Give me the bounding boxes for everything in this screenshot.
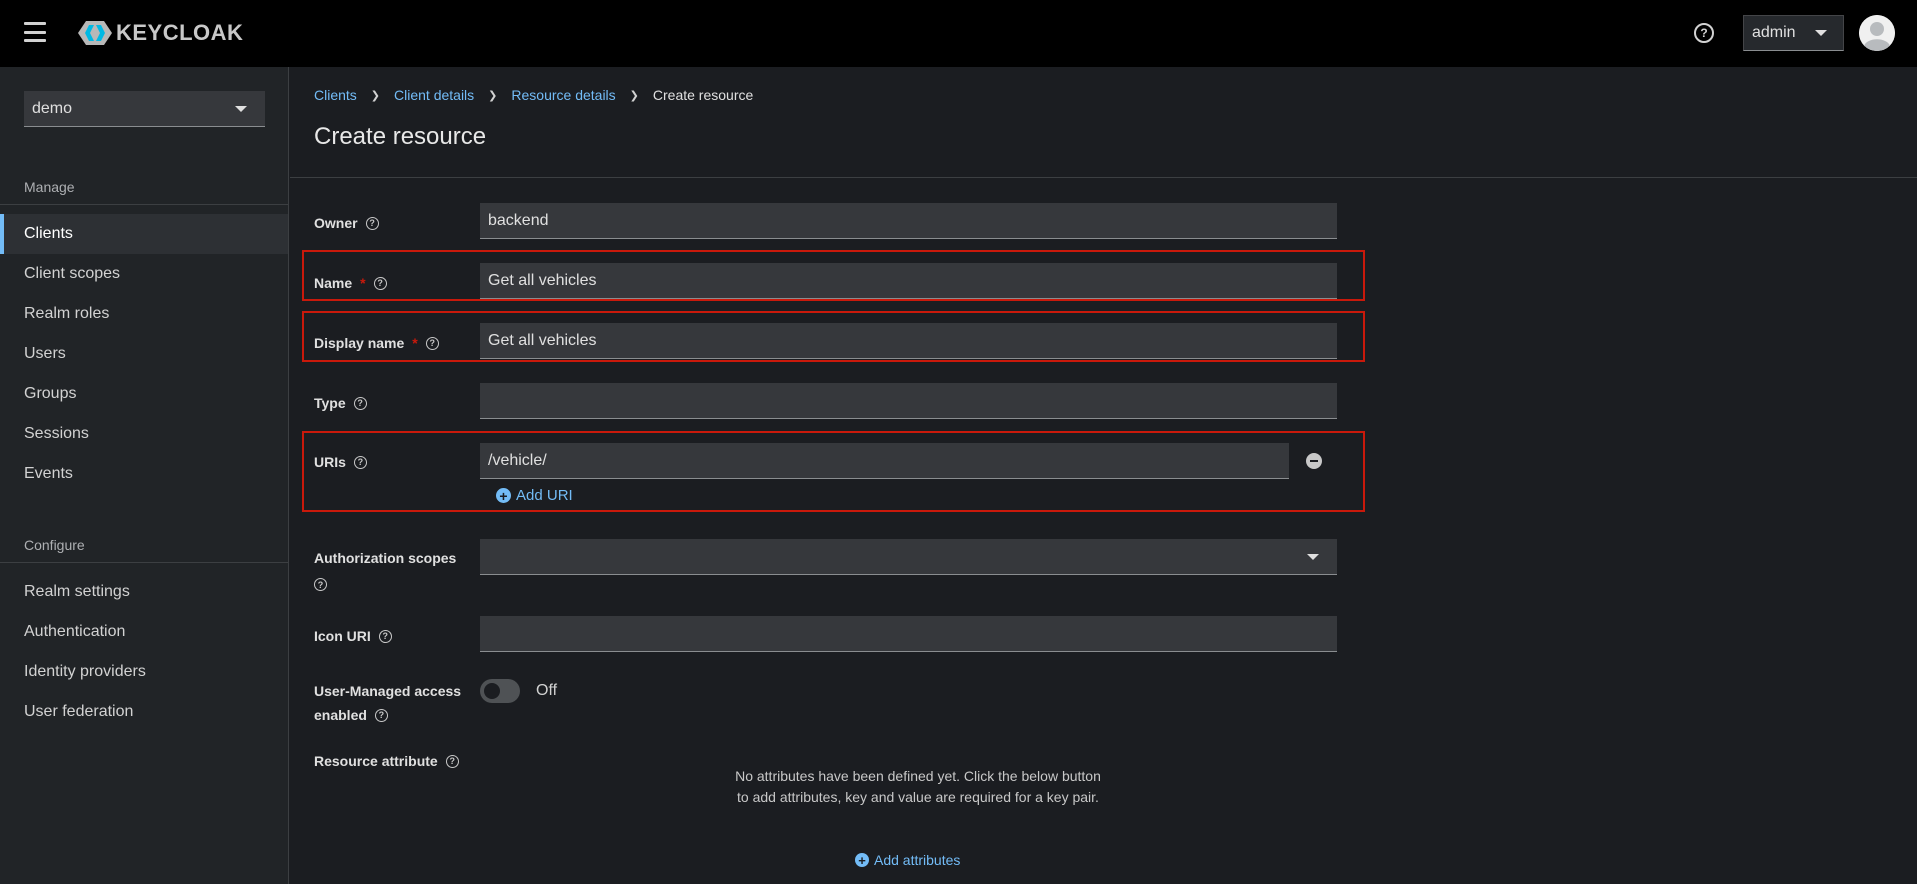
sidebar-item-user-federation[interactable]: User federation — [0, 692, 288, 732]
breadcrumb-current: Create resource — [652, 87, 754, 103]
masthead: KEYCLOAK ? admin — [0, 0, 1917, 67]
nav-divider — [0, 562, 288, 563]
help-icon[interactable]: ? — [373, 276, 387, 290]
breadcrumb-clients[interactable]: Clients — [314, 87, 357, 103]
nav-divider — [0, 204, 288, 205]
icon-uri-input[interactable] — [480, 616, 1337, 652]
help-icon[interactable]: ? — [353, 396, 367, 410]
sidebar: demo Manage Clients Client scopes Realm … — [0, 67, 289, 884]
breadcrumb: Clients ❯ Client details ❯ Resource deta… — [314, 87, 753, 103]
uris-label: URIs ? — [314, 454, 367, 470]
caret-down-icon — [1307, 554, 1319, 560]
caret-down-icon — [1815, 30, 1827, 36]
sidebar-item-events[interactable]: Events — [0, 454, 288, 494]
user-dropdown[interactable]: admin — [1743, 15, 1844, 51]
uma-label: User-Managed access enabled? — [314, 679, 461, 727]
chevron-right-icon: ❯ — [370, 89, 381, 102]
sidebar-item-users[interactable]: Users — [0, 334, 288, 374]
help-icon[interactable]: ? — [1694, 23, 1714, 43]
help-icon[interactable]: ? — [425, 336, 439, 350]
logo-text: KEYCLOAK — [116, 20, 244, 45]
uri-input[interactable] — [480, 443, 1289, 479]
uma-toggle[interactable] — [480, 679, 520, 703]
display-name-label: Display name * ? — [314, 335, 439, 351]
icon-uri-label: Icon URI ? — [314, 628, 392, 644]
type-label: Type ? — [314, 395, 367, 411]
sidebar-item-groups[interactable]: Groups — [0, 374, 288, 414]
resource-attribute-label: Resource attribute ? — [314, 753, 459, 769]
realm-name: demo — [32, 99, 73, 117]
icon-uri-label-text: Icon URI — [314, 628, 371, 644]
sidebar-item-client-scopes[interactable]: Client scopes — [0, 254, 288, 294]
sidebar-item-authentication[interactable]: Authentication — [0, 612, 288, 652]
name-label: Name * ? — [314, 275, 387, 291]
required-mark: * — [360, 275, 366, 291]
empty-attributes-text: No attributes have been defined yet. Cli… — [735, 768, 1101, 805]
uma-toggle-state: Off — [536, 682, 558, 699]
keycloak-logo-icon — [78, 21, 112, 45]
help-icon[interactable]: ? — [374, 708, 388, 722]
minus-circle-icon[interactable] — [1306, 453, 1322, 469]
add-attributes-label: Add attributes — [874, 852, 961, 868]
help-icon[interactable]: ? — [378, 629, 392, 643]
help-icon[interactable]: ? — [445, 754, 459, 768]
page-title: Create resource — [314, 123, 487, 150]
uma-label-line1: User-Managed access — [314, 683, 462, 699]
sidebar-item-realm-settings[interactable]: Realm settings — [0, 572, 288, 612]
user-label: admin — [1752, 24, 1796, 41]
main-content: Clients ❯ Client details ❯ Resource deta… — [290, 67, 1917, 884]
add-attributes-button[interactable]: + Add attributes — [855, 852, 960, 868]
avatar[interactable] — [1859, 15, 1895, 51]
add-uri-button[interactable]: + Add URI — [496, 487, 573, 504]
nav-section-manage: Manage — [24, 179, 75, 195]
chevron-right-icon: ❯ — [488, 89, 498, 102]
required-mark: * — [412, 335, 418, 351]
sidebar-item-sessions[interactable]: Sessions — [0, 414, 288, 454]
breadcrumb-resource-details[interactable]: Resource details — [511, 87, 615, 103]
plus-circle-icon: + — [855, 853, 869, 867]
nav-section-configure: Configure — [24, 537, 85, 553]
owner-label: Owner ? — [314, 215, 379, 231]
owner-input[interactable] — [480, 203, 1337, 239]
breadcrumb-client-details[interactable]: Client details — [394, 87, 474, 103]
help-icon[interactable]: ? — [314, 578, 327, 591]
keycloak-logo[interactable]: KEYCLOAK — [77, 19, 243, 47]
avatar-icon — [1859, 15, 1895, 51]
authorization-scopes-label-text: Authorization scopes — [314, 550, 457, 566]
add-uri-label: Add URI — [516, 487, 573, 504]
authorization-scopes-label: Authorization scopes — [314, 550, 456, 566]
help-icon[interactable]: ? — [365, 216, 379, 230]
hamburger-menu-icon[interactable] — [24, 22, 46, 42]
owner-label-text: Owner — [314, 215, 358, 231]
chevron-right-icon: ❯ — [629, 89, 639, 102]
uma-label-line2: enabled — [314, 707, 367, 723]
name-input[interactable] — [480, 263, 1337, 299]
display-name-label-text: Display name — [314, 335, 405, 351]
sidebar-item-clients[interactable]: Clients — [0, 214, 288, 254]
uris-label-text: URIs — [314, 454, 346, 470]
sidebar-item-realm-roles[interactable]: Realm roles — [0, 294, 288, 334]
sidebar-item-identity-providers[interactable]: Identity providers — [0, 652, 288, 692]
display-name-input[interactable] — [480, 323, 1337, 359]
type-label-text: Type — [314, 395, 346, 411]
help-icon[interactable]: ? — [353, 455, 367, 469]
caret-down-icon — [235, 106, 247, 112]
type-input[interactable] — [480, 383, 1337, 419]
page-header: Clients ❯ Client details ❯ Resource deta… — [290, 67, 1917, 178]
realm-selector[interactable]: demo — [24, 91, 265, 127]
name-label-text: Name — [314, 275, 353, 291]
plus-circle-icon: + — [496, 488, 511, 503]
resource-attribute-label-text: Resource attribute — [314, 753, 438, 769]
authorization-scopes-select[interactable] — [480, 539, 1337, 575]
